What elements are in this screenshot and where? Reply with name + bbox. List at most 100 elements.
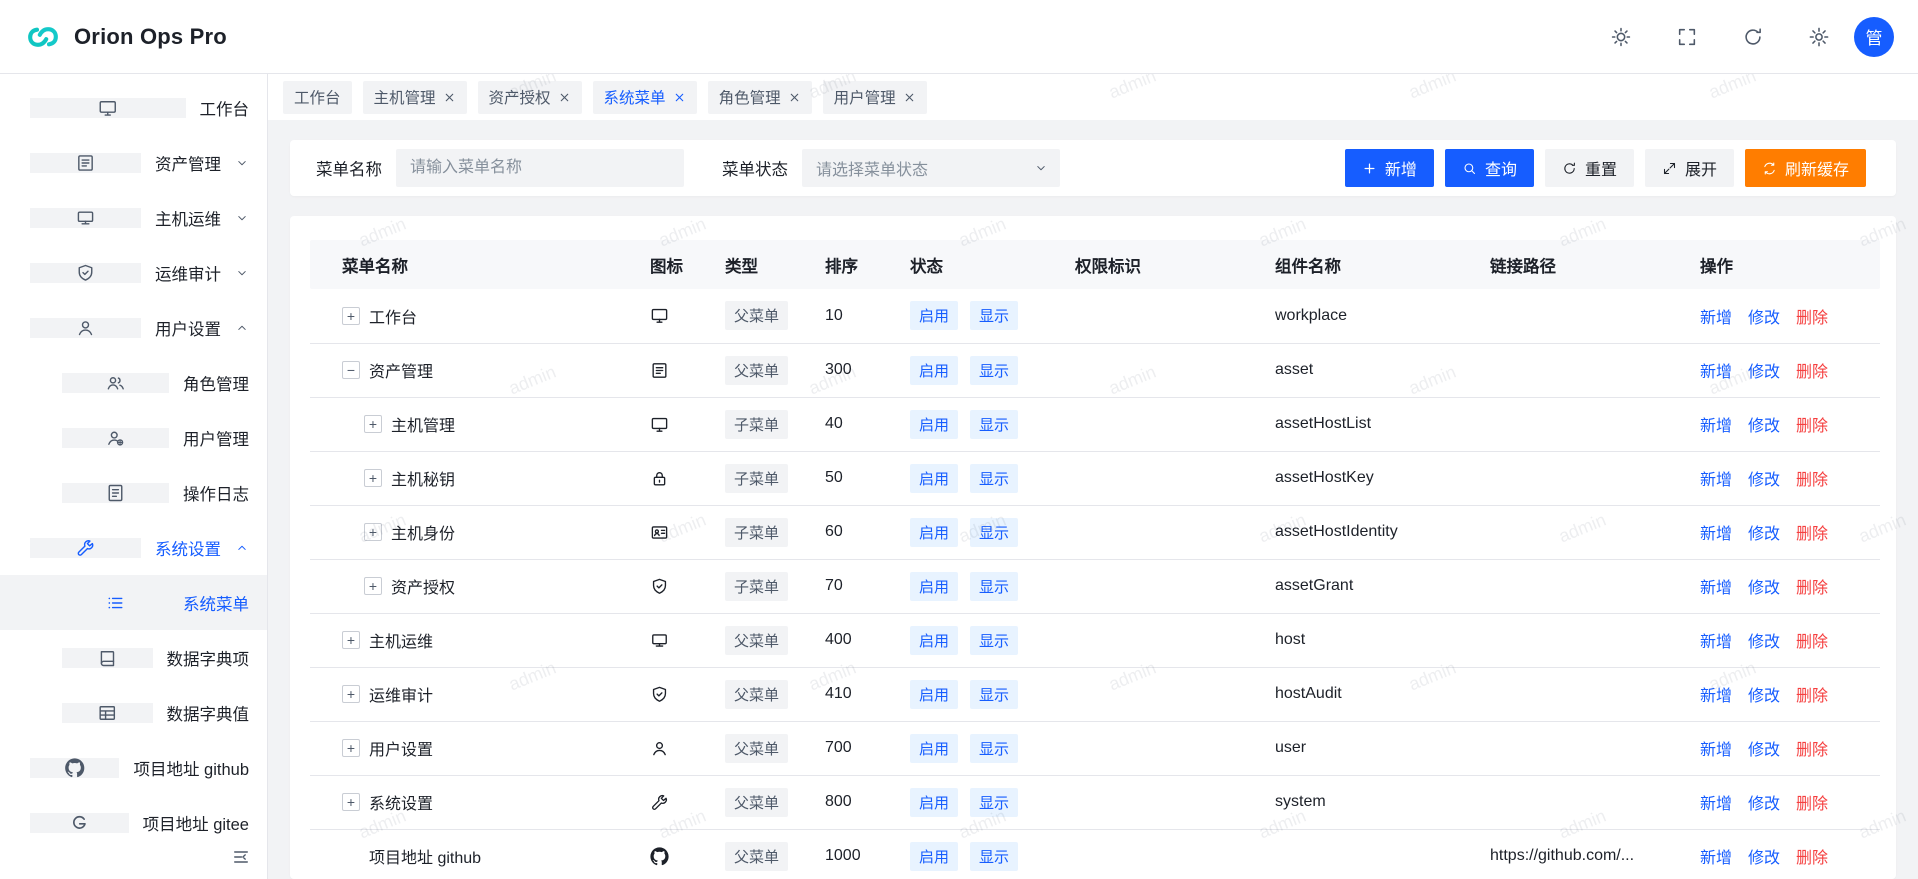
tab-label: 主机管理 (374, 86, 436, 108)
fullscreen-icon (1676, 26, 1698, 48)
row-action-edit[interactable]: 修改 (1748, 364, 1780, 381)
tab[interactable]: 系统菜单 (593, 81, 697, 114)
row-action-add[interactable]: 新增 (1700, 526, 1732, 543)
menu-icon (62, 593, 169, 613)
sidebar-item[interactable]: 系统菜单 (0, 575, 267, 630)
sort-value: 50 (825, 469, 843, 486)
sidebar-item[interactable]: 用户管理 (0, 410, 267, 465)
reset-button[interactable]: 重置 (1545, 149, 1634, 187)
sidebar-item[interactable]: 运维审计 (0, 245, 267, 300)
status-badge: 显示 (970, 842, 1018, 871)
expand-toggle[interactable]: + (364, 469, 382, 487)
expand-button[interactable]: 展开 (1645, 149, 1734, 187)
chevron-down-icon (235, 211, 249, 225)
sidebar-item[interactable]: 系统设置 (0, 520, 267, 575)
close-icon (673, 91, 686, 104)
search-button[interactable]: 查询 (1445, 149, 1534, 187)
row-action-delete[interactable]: 删除 (1796, 526, 1828, 543)
expand-toggle[interactable]: + (342, 793, 360, 811)
sidebar-item[interactable]: 项目地址 github (0, 740, 267, 795)
row-action-delete[interactable]: 删除 (1796, 796, 1828, 813)
sidebar-item[interactable]: 数据字典项 (0, 630, 267, 685)
sidebar-item[interactable]: 资产管理 (0, 135, 267, 190)
expand-toggle[interactable]: + (342, 307, 360, 325)
tab-close-icon[interactable] (903, 91, 916, 104)
row-action-add[interactable]: 新增 (1700, 364, 1732, 381)
tab-close-icon[interactable] (558, 91, 571, 104)
expand-toggle[interactable]: + (342, 739, 360, 757)
sidebar-item[interactable]: 项目地址 gitee (0, 795, 267, 850)
tab[interactable]: 角色管理 (708, 81, 812, 114)
sidebar-item[interactable]: 用户设置 (0, 300, 267, 355)
row-action-add[interactable]: 新增 (1700, 418, 1732, 435)
expand-toggle[interactable]: + (364, 577, 382, 595)
row-action-delete[interactable]: 删除 (1796, 472, 1828, 489)
row-action-delete[interactable]: 删除 (1796, 634, 1828, 651)
row-action-add[interactable]: 新增 (1700, 634, 1732, 651)
sidebar-item[interactable]: 主机运维 (0, 190, 267, 245)
row-action-delete[interactable]: 删除 (1796, 580, 1828, 597)
app-logo-icon (24, 18, 62, 56)
menu-status-select[interactable]: 请选择菜单状态 (802, 149, 1060, 187)
user-avatar[interactable]: 管 (1854, 17, 1894, 57)
status-badge: 启用 (910, 788, 958, 817)
refresh-icon[interactable] (1742, 26, 1764, 48)
row-action-edit[interactable]: 修改 (1748, 850, 1780, 867)
row-action-edit[interactable]: 修改 (1748, 634, 1780, 651)
column-header: 图标 (650, 240, 725, 289)
menu-name: 系统设置 (369, 790, 433, 814)
tab-close-icon[interactable] (443, 91, 456, 104)
row-action-delete[interactable]: 删除 (1796, 418, 1828, 435)
expand-toggle[interactable]: + (364, 523, 382, 541)
row-action-delete[interactable]: 删除 (1796, 742, 1828, 759)
row-action-delete[interactable]: 删除 (1796, 688, 1828, 705)
fullscreen-icon[interactable] (1676, 26, 1698, 48)
row-action-add[interactable]: 新增 (1700, 796, 1732, 813)
menu-name: 项目地址 github (369, 844, 481, 868)
row-action-add[interactable]: 新增 (1700, 850, 1732, 867)
row-action-delete[interactable]: 删除 (1796, 364, 1828, 381)
row-action-edit[interactable]: 修改 (1748, 310, 1780, 327)
expand-toggle[interactable]: + (342, 631, 360, 649)
chevron-down-icon (235, 156, 249, 170)
filter-bar: 菜单名称 菜单状态 请选择菜单状态 新增查询重置展开刷新缓存 (290, 140, 1896, 196)
row-action-delete[interactable]: 删除 (1796, 850, 1828, 867)
column-header: 类型 (725, 240, 825, 289)
expand-toggle[interactable]: + (342, 685, 360, 703)
menu-name-input[interactable] (396, 149, 684, 187)
settings-icon[interactable] (1808, 26, 1830, 48)
tab[interactable]: 工作台 (283, 81, 352, 114)
brand: Orion Ops Pro (24, 18, 227, 56)
sidebar-item[interactable]: 工作台 (0, 80, 267, 135)
tab[interactable]: 主机管理 (363, 81, 467, 114)
tab[interactable]: 用户管理 (823, 81, 927, 114)
menu-fold-icon[interactable] (231, 847, 251, 867)
row-action-edit[interactable]: 修改 (1748, 580, 1780, 597)
sidebar-item-label: 数据字典项 (167, 646, 250, 670)
tab-close-icon[interactable] (673, 91, 686, 104)
status-badge: 启用 (910, 572, 958, 601)
expand-toggle[interactable]: + (364, 415, 382, 433)
type-badge: 父菜单 (725, 356, 788, 385)
sidebar-item[interactable]: 操作日志 (0, 465, 267, 520)
row-action-add[interactable]: 新增 (1700, 742, 1732, 759)
expand-toggle[interactable]: − (342, 361, 360, 379)
row-action-add[interactable]: 新增 (1700, 688, 1732, 705)
row-action-edit[interactable]: 修改 (1748, 418, 1780, 435)
row-action-edit[interactable]: 修改 (1748, 472, 1780, 489)
row-action-delete[interactable]: 删除 (1796, 310, 1828, 327)
add-button[interactable]: 新增 (1345, 149, 1434, 187)
tab-close-icon[interactable] (788, 91, 801, 104)
theme-icon[interactable] (1610, 26, 1632, 48)
row-action-add[interactable]: 新增 (1700, 472, 1732, 489)
row-action-edit[interactable]: 修改 (1748, 688, 1780, 705)
tab[interactable]: 资产授权 (478, 81, 582, 114)
row-action-add[interactable]: 新增 (1700, 580, 1732, 597)
row-action-add[interactable]: 新增 (1700, 310, 1732, 327)
refresh-cache-button[interactable]: 刷新缓存 (1745, 149, 1866, 187)
row-action-edit[interactable]: 修改 (1748, 526, 1780, 543)
sidebar-item[interactable]: 角色管理 (0, 355, 267, 410)
row-action-edit[interactable]: 修改 (1748, 796, 1780, 813)
sidebar-item[interactable]: 数据字典值 (0, 685, 267, 740)
row-action-edit[interactable]: 修改 (1748, 742, 1780, 759)
